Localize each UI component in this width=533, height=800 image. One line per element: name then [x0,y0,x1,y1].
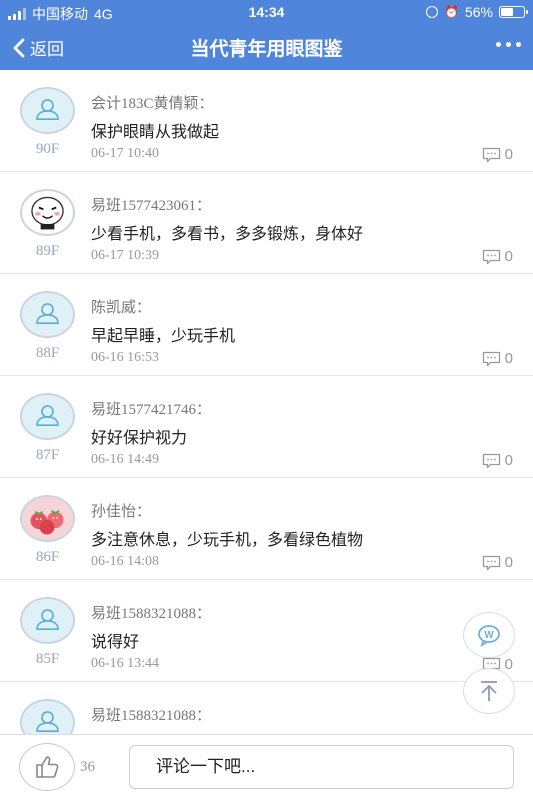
comment-item[interactable]: 易班1588321088： [0,682,533,734]
comment-item[interactable]: 85F 易班1588321088： 说得好 06-16 13:44 0 [0,580,533,682]
comment-text: 少看手机，多看书，多多锻炼，身体好 [91,226,364,243]
comment-bubble-icon [482,555,500,570]
comment-time: 06-16 13:44 [91,656,160,671]
comment-item[interactable]: 90F 会计183C黄倩颖： 保护眼睛从我做起 06-17 10:40 0 [0,70,533,172]
comment-time: 06-16 14:08 [91,554,160,569]
share-float-button[interactable]: W [463,612,515,658]
status-bar: 中国移动 4G 14:34 ⏰ 56% [0,0,533,24]
comment-time: 06-16 14:49 [91,452,160,467]
reply-button[interactable]: 0 [482,452,513,469]
avatar[interactable] [20,189,75,236]
reply-count: 0 [504,656,513,673]
floor-number: 86F [35,549,60,565]
avatar[interactable] [20,393,75,440]
nav-bar: 返回 当代青年用眼图鉴 [0,24,533,70]
comment-bubble-icon [482,249,500,264]
comment-list: 90F 会计183C黄倩颖： 保护眼睛从我做起 06-17 10:40 0 89F 易班15… [0,70,533,734]
reply-count: 0 [504,146,513,163]
reply-button[interactable]: 0 [482,146,513,163]
comment-author[interactable]: 孙佳怡： [91,500,151,521]
comment-text: 多注意休息，少玩手机，多看绿色植物 [91,532,364,549]
comment-text: 好好保护视力 [91,430,188,447]
page-title: 当代青年用眼图鉴 [190,39,343,60]
comment-time: 06-17 10:39 [91,248,160,263]
avatar[interactable] [20,495,75,542]
back-to-top-button[interactable] [463,668,515,714]
reply-button[interactable]: 0 [482,248,513,265]
orientation-lock-icon [426,6,439,18]
more-menu-icon[interactable] [496,42,521,47]
reply-button[interactable]: 0 [482,350,513,367]
like-button[interactable] [19,743,75,791]
reply-count: 0 [504,248,513,265]
comment-text: 保护眼睛从我做起 [91,124,220,141]
reply-count: 0 [504,350,513,367]
like-count: 36 [80,759,95,775]
floor-number: 89F [35,243,60,259]
comment-text: 说得好 [91,634,140,651]
comment-author[interactable]: 易班1588321088： [91,602,211,623]
alarm-icon: ⏰ [444,5,459,19]
comment-time: 06-17 10:40 [91,146,160,161]
floor-number: 87F [35,447,60,463]
svg-text:W: W [484,630,494,641]
reply-button[interactable]: 0 [482,554,513,571]
comment-author[interactable]: 会计183C黄倩颖： [91,92,214,113]
comment-item[interactable]: 87F 易班1577421746： 好好保护视力 06-16 14:49 0 [0,376,533,478]
bottom-bar: 36 评论一下吧... [0,734,533,800]
reply-count: 0 [504,452,513,469]
comment-bubble-icon [482,453,500,468]
floor-number: 88F [35,345,60,361]
avatar[interactable] [20,291,75,338]
comment-text: 早起早睡，少玩手机 [91,328,236,345]
comment-author[interactable]: 陈凯威： [91,296,151,317]
comment-item[interactable]: 88F 陈凯威： 早起早睡，少玩手机 06-16 16:53 0 [0,274,533,376]
comment-author[interactable]: 易班1588321088： [91,704,211,725]
comment-author[interactable]: 易班1577423061： [91,194,211,215]
comment-item[interactable]: 89F 易班1577423061： 少看手机，多看书，多多锻炼，身体好 06-17 1… [0,172,533,274]
arrow-up-icon [481,681,497,701]
floor-number: 90F [35,141,60,157]
floor-number: 85F [35,651,60,667]
avatar[interactable] [20,699,75,734]
avatar[interactable] [20,597,75,644]
reply-count: 0 [504,554,513,571]
battery-percent: 56% [464,4,493,20]
comment-author[interactable]: 易班1577421746： [91,398,211,419]
comment-time: 06-16 16:53 [91,350,160,365]
chat-bubble-icon: W [478,625,500,647]
comment-input[interactable]: 评论一下吧... [129,745,514,789]
avatar[interactable] [20,87,75,134]
comment-bubble-icon [482,351,500,366]
thumbs-up-icon [36,756,59,778]
comment-bubble-icon [482,147,500,162]
battery-icon [499,6,528,18]
comment-item[interactable]: 86F 孙佳怡： 多注意休息，少玩手机，多看绿色植物 06-16 14:08 0 [0,478,533,580]
